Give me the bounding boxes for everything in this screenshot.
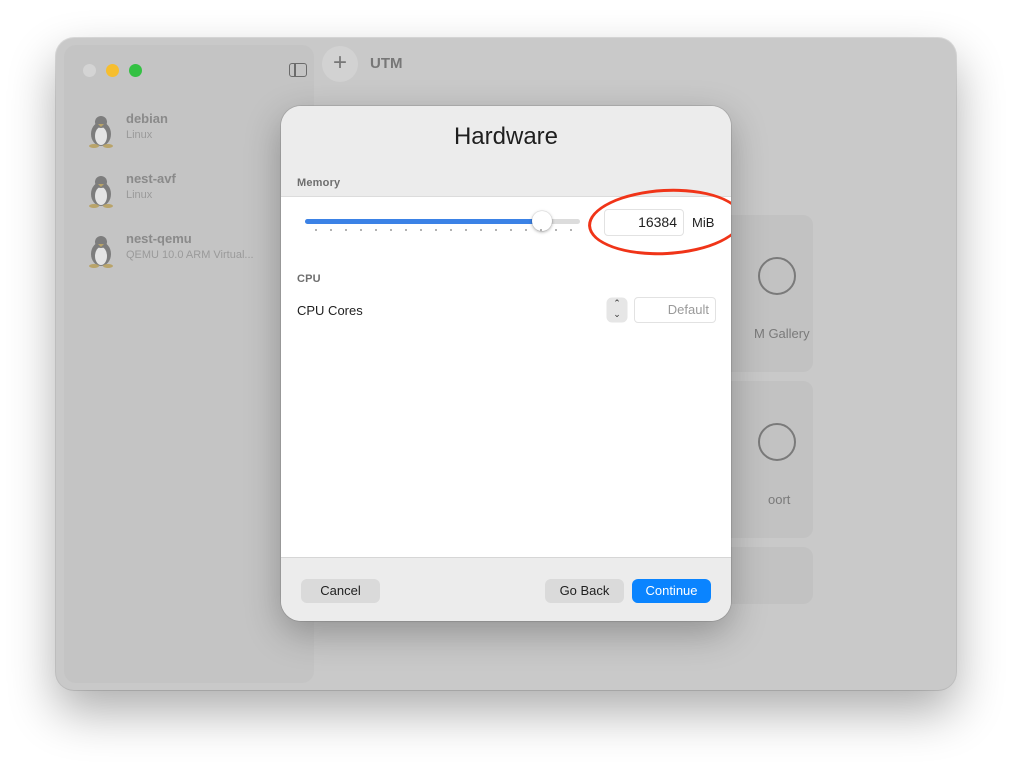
slider-tick: [345, 229, 347, 231]
chevron-up-icon[interactable]: ⌃: [607, 298, 627, 309]
tux-icon: [89, 236, 113, 268]
vm-name: nest-qemu: [126, 231, 192, 246]
slider-tick: [390, 229, 392, 231]
sidebar-toggle-icon[interactable]: [289, 63, 307, 77]
dialog-footer: Cancel Go Back Continue: [281, 557, 731, 621]
slider-tick: [450, 229, 452, 231]
import-card-label: oort: [768, 492, 791, 507]
continue-button[interactable]: Continue: [632, 579, 711, 603]
memory-slider-thumb[interactable]: [531, 211, 552, 231]
minimize-window-button[interactable]: [106, 64, 119, 77]
vm-subtitle: QEMU 10.0 ARM Virtual...: [126, 249, 254, 261]
tux-icon: [89, 176, 113, 208]
slider-tick: [465, 229, 467, 231]
tux-icon: [89, 116, 113, 148]
memory-section-label: Memory: [297, 177, 341, 189]
cpu-cores-stepper[interactable]: ⌃ ⌄: [607, 298, 627, 322]
import-icon: [758, 423, 796, 461]
slider-tick: [405, 229, 407, 231]
slider-tick: [480, 229, 482, 231]
slider-tick: [375, 229, 377, 231]
gallery-card-label: M Gallery: [754, 326, 810, 341]
cpu-cores-label: CPU Cores: [297, 303, 363, 318]
vm-list-item-nest-avf[interactable]: nest-avf Linux: [86, 171, 322, 215]
sidebar: debian Linux nest-avf Linux nest-qemu QE…: [64, 45, 322, 683]
slider-tick: [420, 229, 422, 231]
slider-tick: [525, 229, 527, 231]
cancel-button[interactable]: Cancel: [301, 579, 380, 603]
chevron-down-icon[interactable]: ⌄: [607, 309, 627, 320]
dialog-title: Hardware: [453, 123, 559, 150]
slider-tick: [570, 229, 572, 231]
hardware-dialog: Hardware Memory 16384 MiB CPU CPU Cores …: [281, 106, 731, 621]
vm-subtitle: Linux: [126, 129, 153, 141]
slider-tick: [360, 229, 362, 231]
gallery-icon: [758, 257, 796, 295]
slider-tick: [435, 229, 437, 231]
add-vm-button[interactable]: +: [322, 46, 358, 82]
cpu-section-label: CPU: [297, 273, 321, 285]
slider-tick: [555, 229, 557, 231]
cpu-cores-input[interactable]: Default: [634, 297, 716, 323]
window-title: UTM: [370, 55, 403, 72]
vm-list-item-debian[interactable]: debian Linux: [86, 111, 322, 155]
vm-list-item-nest-qemu[interactable]: nest-qemu QEMU 10.0 ARM Virtual...: [86, 231, 322, 275]
close-window-button[interactable]: [83, 64, 96, 77]
slider-tick: [510, 229, 512, 231]
vm-subtitle: Linux: [126, 189, 153, 201]
slider-tick: [540, 229, 542, 231]
maximize-window-button[interactable]: [129, 64, 142, 77]
memory-slider-fill: [305, 219, 542, 224]
vm-name: nest-avf: [126, 171, 176, 186]
slider-tick: [315, 229, 317, 231]
vm-name: debian: [126, 111, 168, 126]
dialog-header: Hardware: [281, 106, 731, 169]
slider-tick: [330, 229, 332, 231]
go-back-button[interactable]: Go Back: [545, 579, 624, 603]
slider-tick: [495, 229, 497, 231]
